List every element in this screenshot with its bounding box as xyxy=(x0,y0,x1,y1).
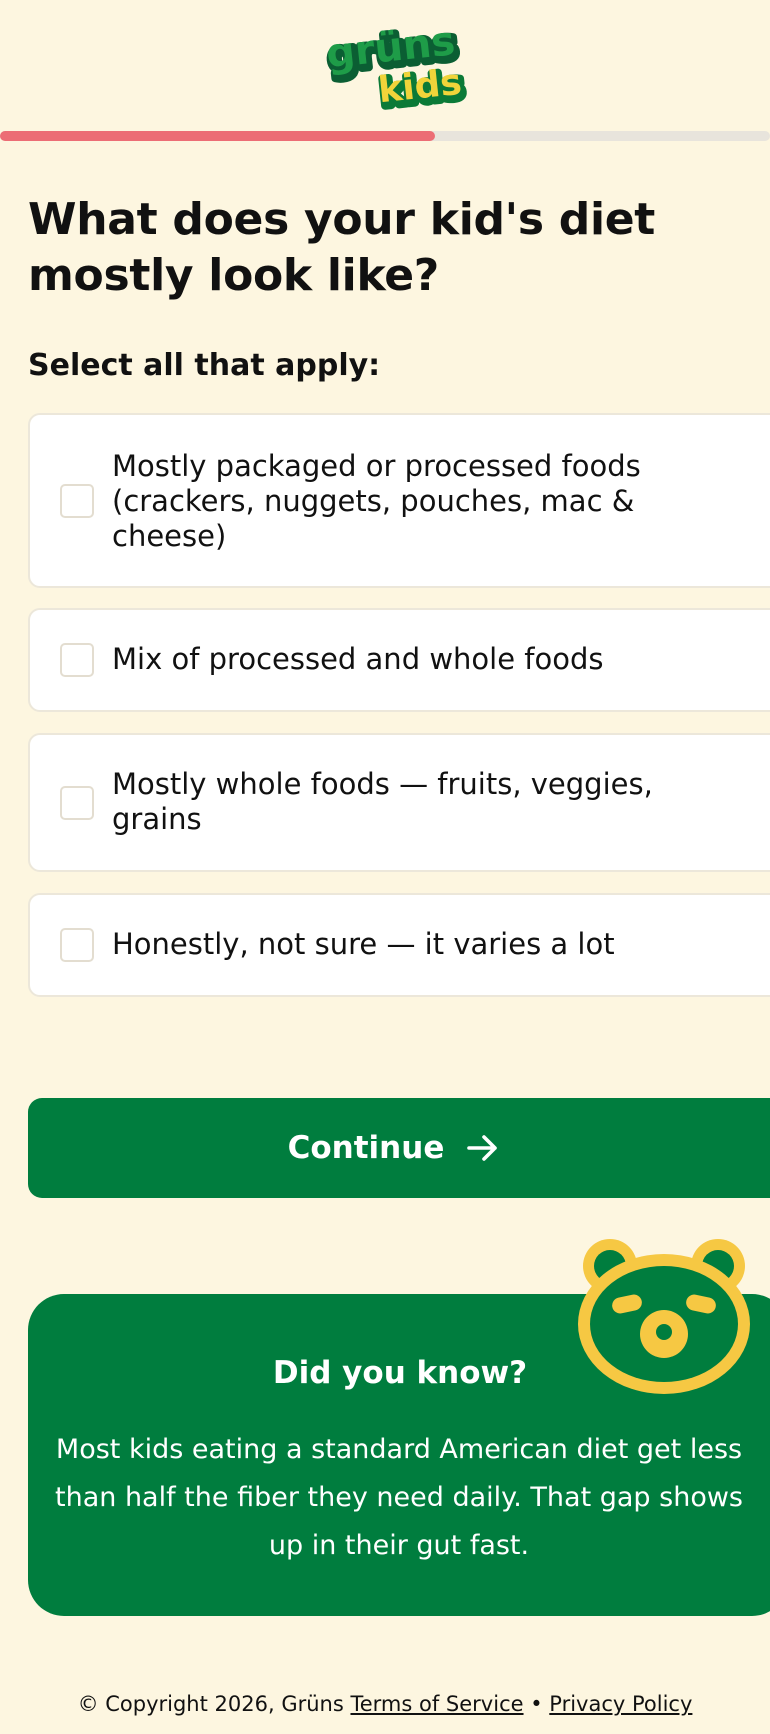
option-label: Mostly packaged or processed foods (crac… xyxy=(112,449,641,553)
footer: © Copyright 2026, Grüns Terms of Service… xyxy=(0,1690,770,1718)
bear-icon xyxy=(578,1239,750,1394)
option-packaged-foods[interactable]: Mostly packaged or processed foods (crac… xyxy=(28,413,770,588)
continue-button[interactable]: Continue xyxy=(28,1098,770,1198)
option-whole-foods[interactable]: Mostly whole foods — fruits, veggies, gr… xyxy=(28,733,770,872)
option-not-sure[interactable]: Honestly, not sure — it varies a lot xyxy=(28,893,770,997)
option-mix-foods[interactable]: Mix of processed and whole foods xyxy=(28,608,770,712)
question-title: What does your kid's diet mostly look li… xyxy=(28,194,655,301)
checkbox[interactable] xyxy=(60,483,94,518)
terms-of-service-link[interactable]: Terms of Service xyxy=(350,1692,523,1716)
checkbox[interactable] xyxy=(60,785,94,820)
gruns-kids-logo[interactable]: grüns grüns kids kids xyxy=(322,18,478,114)
progress-bar xyxy=(0,131,770,141)
option-label: Mix of processed and whole foods xyxy=(112,642,604,676)
question-subtitle: Select all that apply: xyxy=(28,348,381,383)
arrow-right-icon xyxy=(467,1135,498,1161)
continue-label: Continue xyxy=(287,1130,445,1166)
option-label: Mostly whole foods — fruits, veggies, gr… xyxy=(112,767,653,836)
logo-bottom-text-face: kids xyxy=(376,62,463,112)
privacy-policy-link[interactable]: Privacy Policy xyxy=(549,1692,692,1716)
progress-bar-fill xyxy=(0,131,436,141)
info-body: Most kids eating a standard American die… xyxy=(55,1434,743,1561)
header: grüns grüns kids kids xyxy=(0,0,770,131)
footer-copyright: © Copyright 2026, Grüns xyxy=(77,1692,344,1716)
footer-separator: • xyxy=(530,1692,543,1716)
checkbox[interactable] xyxy=(60,928,94,962)
checkbox[interactable] xyxy=(60,643,94,677)
option-label: Honestly, not sure — it varies a lot xyxy=(112,927,615,961)
